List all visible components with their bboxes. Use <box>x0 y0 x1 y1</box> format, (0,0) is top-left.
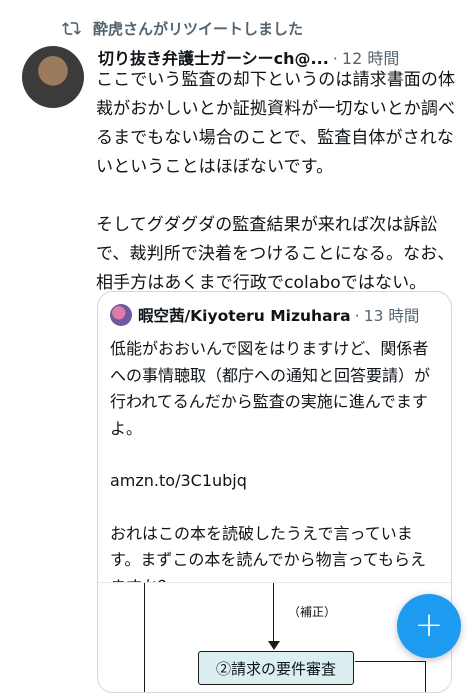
plus-icon: + <box>414 604 444 645</box>
author-avatar[interactable] <box>22 46 84 108</box>
quote-author-name: 暇空茜/Kiyoteru Mizuhara <box>138 307 351 325</box>
tweet-paragraph: ここでいう監査の却下というのは請求書面の体裁がおかしいとか証拠資料が一切ないとか… <box>96 70 456 177</box>
retweet-label: 酔虎さんがリツイートしました <box>93 20 304 38</box>
tweet-paragraph: そしてグダグダの監査結果が来れば次は訴訟で、裁判所で決着をつけることになる。なお… <box>96 215 455 293</box>
flowchart-box: ②請求の要件審査 <box>198 651 354 685</box>
quote-body: 低能がおおいんで図をはりますけど、関係者への事情聴取（都庁への通知と回答要請）が… <box>110 336 440 600</box>
quote-attached-image[interactable]: （補正） ②請求の要件審査 <box>98 582 451 692</box>
tweet-body: ここでいう監査の却下というのは請求書面の体裁がおかしいとか証拠資料が一切ないとか… <box>96 66 456 298</box>
quote-paragraph: 低能がおおいんで図をはりますけど、関係者への事情聴取（都庁への通知と回答要請）が… <box>110 339 431 438</box>
flowchart-note: （補正） <box>288 605 337 619</box>
quote-header: 暇空茜/Kiyoteru Mizuhara · 13 時間 <box>110 304 419 326</box>
quote-author-avatar <box>110 304 132 326</box>
quote-link[interactable]: amzn.to/3C1ubjq <box>110 468 440 495</box>
flowchart-line <box>355 661 425 662</box>
flowchart-line <box>273 583 274 645</box>
quote-timestamp: 13 時間 <box>363 307 420 325</box>
flowchart-line <box>425 661 426 692</box>
flowchart-arrow <box>268 641 280 650</box>
compose-tweet-button[interactable]: + <box>397 594 461 658</box>
retweet-icon <box>62 22 81 35</box>
retweet-context[interactable]: 酔虎さんがリツイートしました <box>62 18 303 39</box>
flowchart-line <box>144 583 145 692</box>
quote-header-separator: · <box>354 305 360 325</box>
